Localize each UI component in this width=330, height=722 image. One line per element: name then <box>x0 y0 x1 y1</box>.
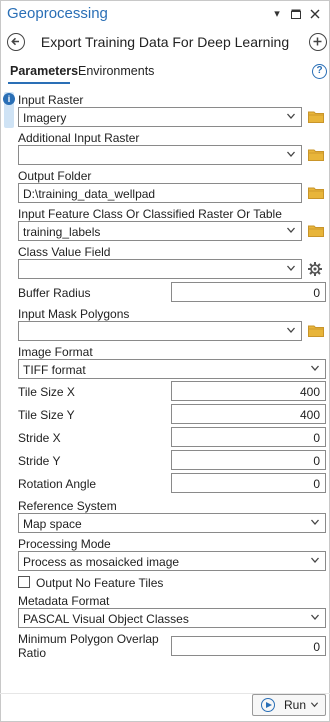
chevron-down-icon <box>287 227 295 233</box>
min-polygon-overlap-value: 0 <box>313 640 320 654</box>
tile-size-y-input[interactable]: 400 <box>171 404 326 424</box>
reference-system-combo[interactable]: Map space <box>18 513 326 533</box>
rotation-angle-input[interactable]: 0 <box>171 473 326 493</box>
buffer-radius-value: 0 <box>313 286 320 300</box>
stride-x-value: 0 <box>313 431 320 445</box>
folder-icon[interactable] <box>308 110 324 123</box>
tab-strip: Parameters Environments ? <box>0 62 330 84</box>
chevron-down-icon <box>287 113 295 119</box>
rotation-angle-value: 0 <box>313 477 320 491</box>
chevron-down-icon[interactable] <box>310 700 319 709</box>
input-feature-class-combo[interactable]: training_labels <box>18 221 302 241</box>
class-value-field-combo[interactable] <box>18 259 302 279</box>
stride-y-label: Stride Y <box>18 454 61 468</box>
tool-title: Export Training Data For Deep Learning <box>40 34 290 50</box>
tool-header: Export Training Data For Deep Learning <box>0 30 330 56</box>
processing-mode-value: Process as mosaicked image <box>23 555 180 569</box>
folder-icon[interactable] <box>308 324 324 337</box>
stride-y-value: 0 <box>313 454 320 468</box>
min-polygon-overlap-label-line1: Minimum Polygon Overlap <box>18 632 159 646</box>
additional-input-raster-combo[interactable] <box>18 145 302 165</box>
info-icon[interactable]: i <box>3 93 15 105</box>
output-no-feature-tiles-checkbox[interactable] <box>18 576 30 588</box>
tile-size-x-value: 400 <box>299 385 320 399</box>
help-icon[interactable]: ? <box>312 64 327 79</box>
input-feature-class-label: Input Feature Class Or Classified Raster… <box>18 207 282 221</box>
input-raster-combo[interactable]: Imagery <box>18 107 302 127</box>
chevron-down-icon <box>287 327 295 333</box>
reference-system-value: Map space <box>23 517 82 531</box>
min-polygon-overlap-label-line2: Ratio <box>18 646 47 660</box>
run-button[interactable]: Run <box>252 694 326 716</box>
rotation-angle-label: Rotation Angle <box>18 477 97 491</box>
buffer-radius-input[interactable]: 0 <box>171 282 326 302</box>
pane-titlebar: Geoprocessing ▾ <box>0 0 330 30</box>
input-feature-class-value: training_labels <box>23 225 101 239</box>
output-folder-value: D:\training_data_wellpad <box>23 187 156 201</box>
image-format-value: TIFF format <box>23 363 86 377</box>
stride-y-input[interactable]: 0 <box>171 450 326 470</box>
input-raster-value: Imagery <box>23 111 67 125</box>
metadata-format-combo[interactable]: PASCAL Visual Object Classes <box>18 608 326 628</box>
input-mask-polygons-label: Input Mask Polygons <box>18 307 130 321</box>
folder-icon[interactable] <box>308 224 324 237</box>
buffer-radius-label: Buffer Radius <box>18 286 91 300</box>
tile-size-y-label: Tile Size Y <box>18 408 75 422</box>
output-folder-input[interactable]: D:\training_data_wellpad <box>18 183 302 203</box>
close-icon[interactable] <box>308 6 322 22</box>
tile-size-x-label: Tile Size X <box>18 385 75 399</box>
active-tab-indicator <box>8 82 70 84</box>
pin-icon[interactable]: ▾ <box>270 6 284 22</box>
chevron-down-icon <box>311 614 319 620</box>
tile-size-y-value: 400 <box>299 408 320 422</box>
chevron-down-icon <box>287 265 295 271</box>
stride-x-label: Stride X <box>18 431 61 445</box>
gear-icon[interactable] <box>307 261 323 277</box>
pane-title: Geoprocessing <box>7 5 108 22</box>
restore-icon[interactable] <box>289 6 303 22</box>
reference-system-label: Reference System <box>18 499 117 513</box>
processing-mode-label: Processing Mode <box>18 537 111 551</box>
image-format-combo[interactable]: TIFF format <box>18 359 326 379</box>
min-polygon-overlap-input[interactable]: 0 <box>171 636 326 656</box>
image-format-label: Image Format <box>18 345 93 359</box>
output-no-feature-tiles-label: Output No Feature Tiles <box>36 576 164 590</box>
chevron-down-icon <box>311 519 319 525</box>
tile-size-x-input[interactable]: 400 <box>171 381 326 401</box>
tab-parameters[interactable]: Parameters <box>10 64 78 78</box>
chevron-down-icon <box>311 365 319 371</box>
input-mask-polygons-combo[interactable] <box>18 321 302 341</box>
input-raster-label: Input Raster <box>18 93 84 107</box>
play-icon <box>261 698 275 712</box>
additional-input-raster-label: Additional Input Raster <box>18 131 140 145</box>
chevron-down-icon <box>287 151 295 157</box>
add-icon[interactable] <box>309 33 327 51</box>
folder-icon[interactable] <box>308 186 324 199</box>
tab-environments[interactable]: Environments <box>78 64 154 78</box>
processing-mode-combo[interactable]: Process as mosaicked image <box>18 551 326 571</box>
metadata-format-label: Metadata Format <box>18 594 110 608</box>
run-label: Run <box>284 698 307 712</box>
folder-icon[interactable] <box>308 148 324 161</box>
metadata-format-value: PASCAL Visual Object Classes <box>23 612 189 626</box>
stride-x-input[interactable]: 0 <box>171 427 326 447</box>
output-folder-label: Output Folder <box>18 169 92 183</box>
chevron-down-icon <box>311 557 319 563</box>
class-value-field-label: Class Value Field <box>18 245 111 259</box>
